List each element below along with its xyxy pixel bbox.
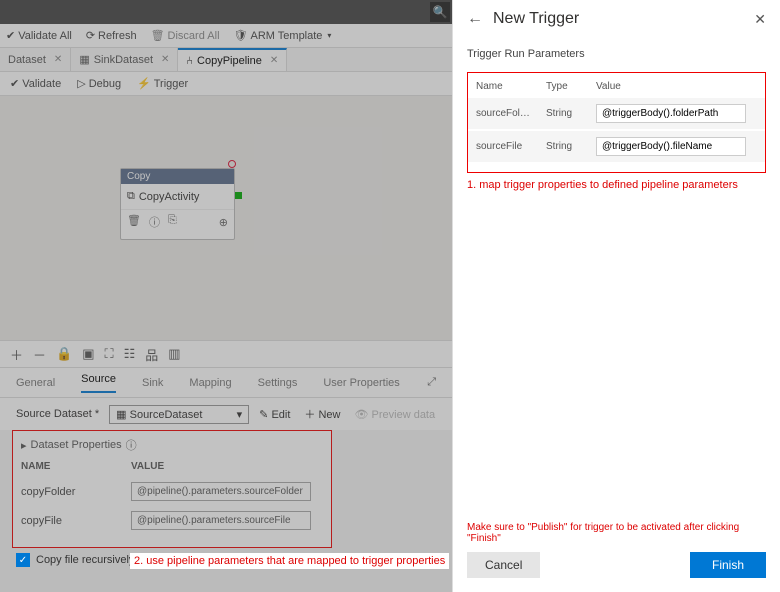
tab-general[interactable]: General (16, 377, 55, 389)
table-row: sourceFile String (468, 131, 765, 162)
copy-icon: ⧉ (127, 190, 135, 203)
source-dataset-label: Source Dataset * (16, 408, 99, 420)
activity-category: Copy (121, 169, 234, 184)
param-name: copyFolder (21, 486, 131, 498)
tab-sink[interactable]: Sink (142, 377, 163, 389)
section-title: Trigger Run Parameters (453, 44, 780, 64)
table-row: copyFolder (21, 482, 323, 501)
refresh-button[interactable]: ⟳ Refresh (86, 29, 137, 42)
annotation-1: 1. map trigger properties to defined pip… (453, 173, 780, 197)
col-value: VALUE (131, 461, 164, 472)
layers-icon[interactable]: ▥ (168, 346, 180, 362)
tab-source[interactable]: Source (81, 373, 116, 393)
param-value-input[interactable] (596, 104, 746, 123)
arm-template-button[interactable]: 🛡 ARM Template▾ (234, 29, 332, 42)
collapse-icon[interactable]: ▸ (21, 439, 27, 452)
panel-title: New Trigger (493, 10, 744, 28)
dataset-properties-panel: ▸Dataset Properties ⓘ NAMEVALUE copyFold… (12, 430, 332, 548)
fit-icon[interactable]: ▣ (82, 346, 94, 362)
editor-tabs: Dataset✕ ▦ SinkDataset✕ ⑃ CopyPipeline✕ (0, 48, 452, 72)
param-type: String (546, 141, 596, 152)
copy-recursively-checkbox[interactable]: ✓ (16, 553, 30, 567)
main-toolbar: ✔ Validate All ⟳ Refresh 🗑 Discard All 🛡… (0, 24, 452, 48)
table-row: sourceFol… String (468, 98, 765, 129)
annotation-2: 2. use pipeline parameters that are mapp… (130, 553, 449, 569)
new-trigger-panel: ← New Trigger ✕ Trigger Run Parameters N… (452, 0, 780, 592)
info-icon[interactable]: ⓘ (126, 437, 137, 453)
tab-dataset[interactable]: Dataset✕ (0, 48, 71, 71)
canvas-toolbar: ✔ Validate ▷ Debug ⚡ Trigger (0, 72, 452, 96)
activity-error-indicator (228, 160, 236, 168)
chevron-down-icon: ▾ (237, 408, 243, 421)
discard-all-button[interactable]: 🗑 Discard All (151, 29, 220, 42)
table-row: copyFile (21, 511, 323, 530)
col-value: Value (596, 81, 757, 92)
lock-icon[interactable]: 🔒 (56, 346, 72, 362)
source-dataset-row: Source Dataset * ▦ SourceDataset ▾ ✎ Edi… (0, 398, 452, 430)
edit-button[interactable]: ✎ Edit (259, 408, 290, 421)
preview-button: 👁 Preview data (354, 408, 435, 421)
clone-icon[interactable]: ⎘ (168, 214, 177, 230)
zoom-out-icon[interactable]: － (33, 345, 46, 364)
param-type: String (546, 108, 596, 119)
layout-icon[interactable]: 品 (145, 345, 158, 364)
zoom-in-icon[interactable]: ＋ (10, 345, 23, 364)
expand-icon[interactable]: ⊕ (219, 216, 228, 229)
fullscreen-icon[interactable]: ⛶ (105, 346, 114, 362)
close-icon[interactable]: ✕ (270, 55, 278, 66)
param-name: copyFile (21, 515, 131, 527)
close-icon[interactable]: ✕ (54, 54, 62, 65)
tab-user-properties[interactable]: User Properties (323, 377, 399, 389)
trigger-params-table: Name Type Value sourceFol… String source… (467, 72, 766, 173)
validate-button[interactable]: ✔ Validate (10, 77, 61, 90)
publish-note: Make sure to "Publish" for trigger to be… (453, 522, 780, 552)
col-name: NAME (21, 461, 131, 472)
finish-button[interactable]: Finish (690, 552, 766, 578)
close-icon[interactable]: ✕ (161, 54, 169, 65)
new-button[interactable]: ＋ New (304, 406, 340, 422)
col-type: Type (546, 81, 596, 92)
cancel-button[interactable]: Cancel (467, 552, 540, 578)
close-icon[interactable]: ✕ (754, 11, 766, 28)
tab-settings[interactable]: Settings (258, 377, 298, 389)
copy-recursively-label: Copy file recursively (36, 554, 134, 566)
info-icon[interactable]: ⓘ (149, 214, 160, 230)
param-value-input[interactable] (596, 137, 746, 156)
copy-activity-card[interactable]: Copy ⧉ CopyActivity 🗑 ⓘ ⎘ ⊕ (120, 168, 235, 240)
delete-icon[interactable]: 🗑 (127, 214, 141, 230)
activity-connector[interactable] (235, 192, 242, 199)
trigger-button[interactable]: ⚡ Trigger (137, 77, 188, 90)
activity-name: CopyActivity (139, 191, 200, 203)
tab-sinkdataset[interactable]: ▦ SinkDataset✕ (71, 48, 178, 71)
global-topbar: 🔍 (0, 0, 452, 24)
debug-button[interactable]: ▷ Debug (77, 77, 121, 90)
param-name: sourceFol… (476, 108, 546, 119)
search-icon[interactable]: 🔍 (430, 2, 450, 22)
source-dataset-select[interactable]: ▦ SourceDataset ▾ (109, 405, 249, 424)
col-name: Name (476, 81, 546, 92)
tab-mapping[interactable]: Mapping (189, 377, 231, 389)
back-icon[interactable]: ← (467, 10, 483, 28)
chevron-down-icon: ▾ (327, 31, 331, 40)
param-name: sourceFile (476, 141, 546, 152)
align-icon[interactable]: ☷ (124, 346, 136, 362)
pipeline-canvas[interactable]: ✔ Validate ▷ Debug ⚡ Trigger Copy ⧉ CopyA… (0, 72, 452, 340)
validate-all-button[interactable]: ✔ Validate All (6, 29, 72, 42)
canvas-control-bar: ＋ － 🔒 ▣ ⛶ ☷ 品 ▥ (0, 340, 452, 368)
tab-copypipeline[interactable]: ⑃ CopyPipeline✕ (178, 48, 287, 71)
property-tabs: General Source Sink Mapping Settings Use… (0, 368, 452, 398)
expand-panel-icon[interactable]: ⤢ (427, 376, 436, 389)
param-value-input[interactable] (131, 482, 311, 501)
param-value-input[interactable] (131, 511, 311, 530)
